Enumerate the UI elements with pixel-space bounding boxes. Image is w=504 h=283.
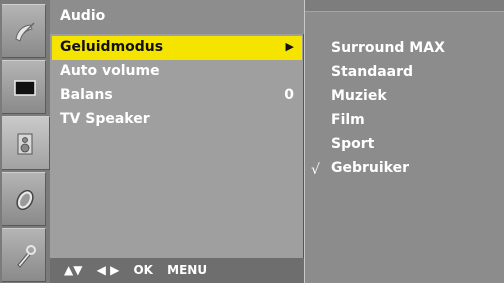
ok-hint: OK [133,263,153,277]
menu-list: Geluidmodus ▶ Auto volume Balans 0 TV Sp… [50,36,304,132]
category-icon-strip [0,0,50,283]
submenu-arrow-icon: ▶ [285,40,294,53]
menu-item-tv-speaker[interactable]: TV Speaker [50,108,304,132]
option-label: Surround MAX [331,40,445,56]
option-label: Film [331,112,365,128]
submenu-option-surround-max[interactable]: Surround MAX [305,40,504,64]
submenu-option-film[interactable]: Film [305,112,504,136]
option-label: Sport [331,136,375,152]
category-tab-picture[interactable] [2,60,46,114]
submenu-option-muziek[interactable]: Muziek [305,88,504,112]
menu-item-balance[interactable]: Balans 0 [50,84,304,108]
option-label: Standaard [331,64,414,80]
tv-osd-menu: Audio Geluidmodus ▶ Auto volume Balans 0… [0,0,504,283]
menu-title: Audio [50,0,304,34]
submenu-option-sport[interactable]: Sport [305,136,504,160]
category-tab-audio[interactable] [2,116,50,170]
menu-item-sound-mode[interactable]: Geluidmodus ▶ [52,36,302,60]
menu-hint: MENU [167,263,208,277]
menu-item-label: Geluidmodus [60,39,164,55]
sound-mode-submenu: Surround MAX Standaard Muziek Film Sport… [304,0,504,283]
balance-value: 0 [284,87,294,103]
submenu-option-standaard[interactable]: Standaard [305,64,504,88]
audio-menu-panel: Audio Geluidmodus ▶ Auto volume Balans 0… [50,0,304,283]
up-down-arrows-icon: ▲▼ [64,263,83,277]
submenu-option-gebruiker[interactable]: √ Gebruiker [305,160,504,184]
check-mark-icon: √ [311,162,320,178]
category-tab-time[interactable] [2,172,46,226]
category-tab-option[interactable] [2,228,46,282]
submenu-list: Surround MAX Standaard Muziek Film Sport… [305,40,504,184]
menu-item-label: TV Speaker [60,111,150,127]
menu-item-label: Balans [60,87,113,103]
category-tab-setup[interactable] [2,4,46,58]
navigation-hint-bar: ▲▼ ◀ ▶ OK MENU [50,258,304,283]
option-label: Gebruiker [331,160,410,176]
menu-item-auto-volume[interactable]: Auto volume [50,60,304,84]
menu-item-label: Auto volume [60,63,160,79]
submenu-top-strip [305,0,504,12]
option-label: Muziek [331,88,387,104]
left-right-arrows-icon: ◀ ▶ [96,263,120,277]
